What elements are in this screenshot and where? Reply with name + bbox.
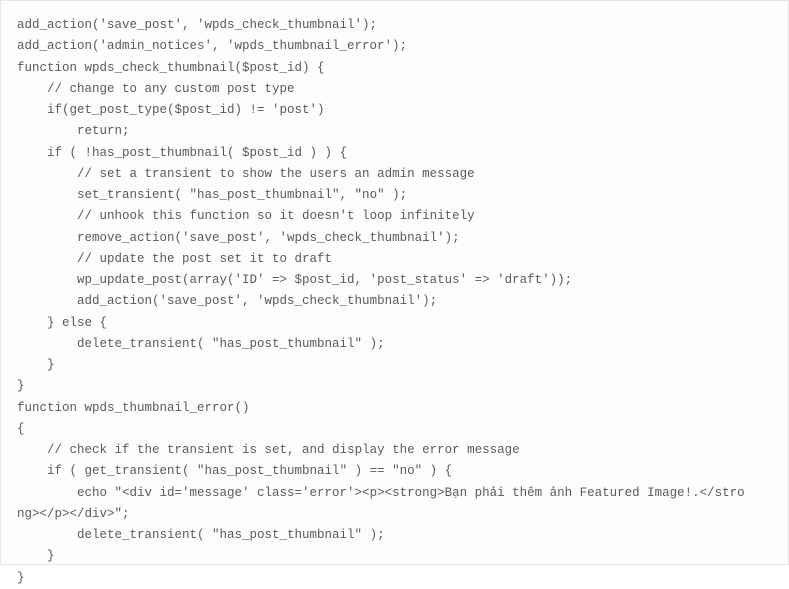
code-line: // change to any custom post type <box>17 79 772 100</box>
code-line: delete_transient( "has_post_thumbnail" )… <box>17 334 772 355</box>
code-line: set_transient( "has_post_thumbnail", "no… <box>17 185 772 206</box>
code-line: { <box>17 419 772 440</box>
code-line: if(get_post_type($post_id) != 'post') <box>17 100 772 121</box>
code-line: if ( !has_post_thumbnail( $post_id ) ) { <box>17 143 772 164</box>
code-line: // set a transient to show the users an … <box>17 164 772 185</box>
code-line: } <box>17 376 772 397</box>
code-line: remove_action('save_post', 'wpds_check_t… <box>17 228 772 249</box>
code-line: echo "<div id='message' class='error'><p… <box>17 483 772 504</box>
code-line: if ( get_transient( "has_post_thumbnail"… <box>17 461 772 482</box>
code-line: wp_update_post(array('ID' => $post_id, '… <box>17 270 772 291</box>
code-block: add_action('save_post', 'wpds_check_thum… <box>0 0 789 565</box>
code-line: return; <box>17 121 772 142</box>
code-line: delete_transient( "has_post_thumbnail" )… <box>17 525 772 546</box>
code-line: add_action('save_post', 'wpds_check_thum… <box>17 291 772 312</box>
code-line: add_action('save_post', 'wpds_check_thum… <box>17 15 772 36</box>
code-line: // check if the transient is set, and di… <box>17 440 772 461</box>
code-line: } <box>17 546 772 567</box>
code-line: add_action('admin_notices', 'wpds_thumbn… <box>17 36 772 57</box>
code-line: } <box>17 355 772 376</box>
code-line: function wpds_thumbnail_error() <box>17 398 772 419</box>
code-line: function wpds_check_thumbnail($post_id) … <box>17 58 772 79</box>
code-line: ng></p></div>"; <box>17 504 772 525</box>
code-line: } else { <box>17 313 772 334</box>
code-line: } <box>17 568 772 589</box>
code-line: // update the post set it to draft <box>17 249 772 270</box>
code-line: // unhook this function so it doesn't lo… <box>17 206 772 227</box>
